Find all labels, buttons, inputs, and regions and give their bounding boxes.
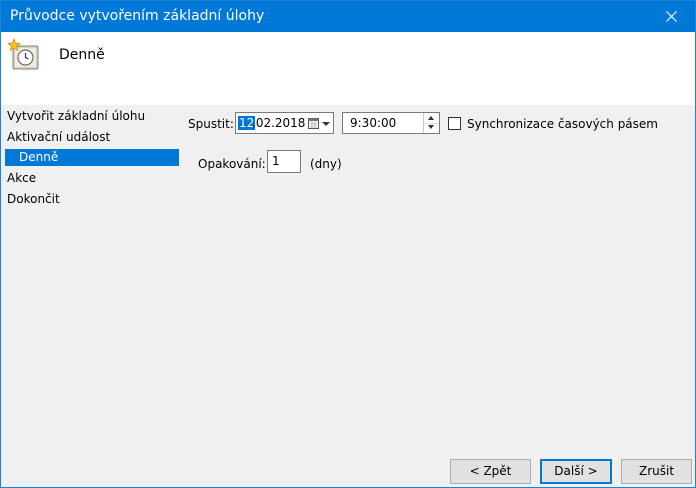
nav-step-trigger[interactable]: Aktivační událost bbox=[7, 129, 110, 146]
back-button[interactable]: < Zpět bbox=[450, 459, 531, 484]
repeat-value[interactable]: 1 bbox=[272, 154, 280, 168]
nav-step-action[interactable]: Akce bbox=[7, 170, 36, 187]
page-title: Denně bbox=[59, 47, 105, 63]
repeat-label: Opakování: bbox=[198, 157, 266, 171]
start-time-picker[interactable]: 9:30:00 bbox=[342, 112, 440, 134]
time-spinner bbox=[423, 113, 439, 133]
close-icon bbox=[666, 11, 677, 22]
chevron-down-icon[interactable] bbox=[322, 122, 330, 126]
repeat-unit-label: (dny) bbox=[310, 157, 342, 171]
time-value[interactable]: 9:30:00 bbox=[350, 116, 396, 130]
task-scheduler-clock-icon bbox=[7, 38, 39, 70]
start-date-picker[interactable]: 12 .02.2018 bbox=[235, 112, 334, 134]
start-label: Spustit: bbox=[188, 117, 234, 131]
nav-step-create-basic-task[interactable]: Vytvořit základní úlohu bbox=[7, 108, 145, 125]
wizard-window: Průvodce vytvořením základní úlohy Denně… bbox=[0, 0, 696, 488]
close-button[interactable] bbox=[649, 1, 695, 32]
window-title: Průvodce vytvořením základní úlohy bbox=[10, 8, 265, 24]
spin-down-arrow-icon[interactable] bbox=[424, 123, 439, 133]
wizard-header: Denně bbox=[1, 32, 695, 105]
calendar-icon[interactable] bbox=[308, 117, 319, 129]
nav-step-finish[interactable]: Dokončit bbox=[7, 191, 60, 208]
cancel-button[interactable]: Zrušit bbox=[621, 459, 692, 484]
repeat-input[interactable]: 1 bbox=[267, 150, 301, 173]
sync-timezones-label[interactable]: Synchronizace časových pásem bbox=[467, 117, 658, 131]
sync-timezones-checkbox[interactable] bbox=[448, 117, 461, 130]
nav-step-daily[interactable]: Denně bbox=[5, 149, 179, 166]
next-button[interactable]: Další > bbox=[540, 459, 612, 484]
title-bar: Průvodce vytvořením základní úlohy bbox=[1, 1, 695, 32]
date-rest-segment[interactable]: .02.2018 bbox=[252, 116, 305, 130]
